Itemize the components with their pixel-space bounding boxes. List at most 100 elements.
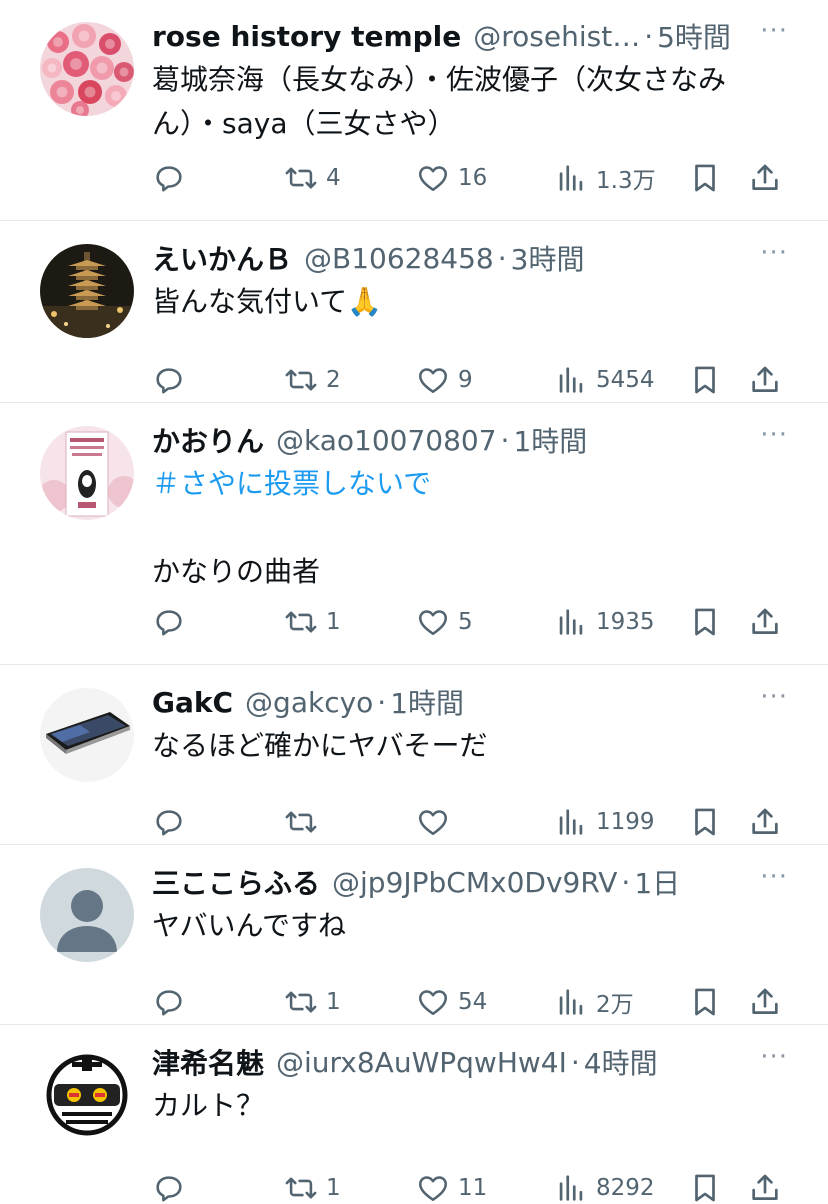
reply-button[interactable] bbox=[152, 1168, 194, 1204]
reply-post[interactable]: GakC @gakcyo · 1時間 ··· なるほど確かにヤバそーだ 1199 bbox=[0, 666, 828, 845]
bookmark-button[interactable] bbox=[688, 982, 722, 1022]
share-button[interactable] bbox=[748, 602, 782, 642]
post-content: かおりん @kao10070807 · 1時間 ··· ＃さやに投票しないで かなりの曲者 bbox=[152, 418, 788, 594]
views-button[interactable]: 1.3万 bbox=[554, 158, 656, 198]
reply-post[interactable]: 津希名魅 @iurx8AuWPqwHw4I · 4時間 ··· カルト？ 1 11 8292 bbox=[0, 1026, 828, 1204]
post-actions: 1 11 8292 bbox=[152, 1168, 788, 1204]
views-icon bbox=[554, 605, 588, 639]
heart-icon bbox=[416, 1171, 450, 1204]
repost-count: 1 bbox=[326, 1175, 341, 1201]
bookmark-button[interactable] bbox=[688, 360, 722, 400]
post-time[interactable]: 1時間 bbox=[513, 420, 587, 460]
post-body: かなりの曲者 bbox=[152, 555, 321, 588]
post-actions: 1199 bbox=[152, 802, 788, 842]
user-handle[interactable]: @jp9JPbCMx0Dv9RV bbox=[332, 866, 617, 899]
share-button[interactable] bbox=[748, 802, 782, 842]
post-time[interactable]: 4時間 bbox=[584, 1042, 658, 1082]
repost-count: 1 bbox=[326, 989, 341, 1015]
reply-button[interactable] bbox=[152, 982, 194, 1022]
repost-button[interactable]: 1 bbox=[284, 982, 341, 1022]
display-name[interactable]: GakC bbox=[152, 686, 233, 719]
more-options-icon[interactable]: ··· bbox=[760, 682, 788, 712]
avatar[interactable] bbox=[40, 426, 134, 520]
bookmark-button[interactable] bbox=[688, 602, 722, 642]
share-button[interactable] bbox=[748, 982, 782, 1022]
avatar[interactable] bbox=[40, 868, 134, 962]
repost-count: 2 bbox=[326, 367, 341, 393]
views-button[interactable]: 1199 bbox=[554, 802, 655, 842]
views-button[interactable]: 1935 bbox=[554, 602, 655, 642]
user-handle[interactable]: @rosehist… bbox=[473, 20, 640, 53]
views-button[interactable]: 8292 bbox=[554, 1168, 655, 1204]
reply-icon bbox=[152, 605, 186, 639]
reply-button[interactable] bbox=[152, 158, 194, 198]
like-count: 16 bbox=[458, 165, 488, 191]
repost-button[interactable] bbox=[284, 802, 326, 842]
bookmark-button[interactable] bbox=[688, 802, 722, 842]
avatar[interactable] bbox=[40, 22, 134, 116]
like-button[interactable]: 5 bbox=[416, 602, 473, 642]
separator-dot: · bbox=[497, 241, 507, 275]
post-text: 葛城奈海（長女なみ）・佐波優子（次女さなみん）・saya（三女さや） bbox=[152, 58, 788, 146]
display-name[interactable]: かおりん bbox=[152, 420, 264, 460]
like-button[interactable]: 11 bbox=[416, 1168, 487, 1204]
display-name[interactable]: 津希名魅 bbox=[152, 1042, 264, 1082]
like-count: 5 bbox=[458, 609, 473, 635]
avatar[interactable] bbox=[40, 688, 134, 782]
user-handle[interactable]: @iurx8AuWPqwHw4I bbox=[276, 1046, 567, 1079]
share-button[interactable] bbox=[748, 360, 782, 400]
reply-post[interactable]: rose history temple @rosehist… · 5時間 ··· 葛城奈海… bbox=[0, 0, 828, 221]
repost-button[interactable]: 1 bbox=[284, 602, 341, 642]
like-button[interactable]: 9 bbox=[416, 360, 473, 400]
more-options-icon[interactable]: ··· bbox=[760, 420, 788, 450]
reply-post[interactable]: 三ここらふる @jp9JPbCMx0Dv9RV · 1日 ··· ヤバいんですね 1 54 2万 bbox=[0, 846, 828, 1025]
reply-post[interactable]: かおりん @kao10070807 · 1時間 ··· ＃さやに投票しないで かなりの曲者… bbox=[0, 404, 828, 665]
display-name[interactable]: えいかんＢ bbox=[152, 238, 292, 278]
like-button[interactable] bbox=[416, 802, 458, 842]
post-text: なるほど確かにヤバそーだ bbox=[152, 724, 788, 768]
post-content: 三ここらふる @jp9JPbCMx0Dv9RV · 1日 ··· ヤバいんですね bbox=[152, 860, 788, 948]
post-time[interactable]: 3時間 bbox=[511, 238, 585, 278]
post-time[interactable]: 1日 bbox=[634, 862, 680, 902]
share-icon bbox=[748, 805, 782, 839]
post-body: 皆んな気付いて🙏 bbox=[152, 285, 383, 318]
post-actions: 2 9 5454 bbox=[152, 360, 788, 400]
repost-button[interactable]: 2 bbox=[284, 360, 341, 400]
avatar[interactable] bbox=[40, 1048, 134, 1142]
share-button[interactable] bbox=[748, 1168, 782, 1204]
repost-button[interactable]: 4 bbox=[284, 158, 341, 198]
heart-icon bbox=[416, 363, 450, 397]
avatar[interactable] bbox=[40, 244, 134, 338]
views-button[interactable]: 2万 bbox=[554, 982, 634, 1022]
post-header: かおりん @kao10070807 · 1時間 bbox=[152, 418, 788, 462]
repost-button[interactable]: 1 bbox=[284, 1168, 341, 1204]
post-time[interactable]: 1時間 bbox=[390, 682, 464, 722]
like-button[interactable]: 54 bbox=[416, 982, 487, 1022]
more-options-icon[interactable]: ··· bbox=[760, 238, 788, 268]
user-handle[interactable]: @gakcyo bbox=[245, 686, 373, 719]
views-count: 2万 bbox=[596, 992, 634, 1018]
display-name[interactable]: 三ここらふる bbox=[152, 862, 320, 902]
views-count: 1199 bbox=[596, 809, 655, 835]
bookmark-icon bbox=[688, 1171, 722, 1204]
user-handle[interactable]: @B10628458 bbox=[304, 242, 494, 275]
more-options-icon[interactable]: ··· bbox=[760, 862, 788, 892]
share-button[interactable] bbox=[748, 158, 782, 198]
reply-post[interactable]: えいかんＢ @B10628458 · 3時間 ··· 皆んな気付いて🙏 2 9 5454 bbox=[0, 222, 828, 403]
display-name[interactable]: rose history temple bbox=[152, 20, 461, 53]
more-options-icon[interactable]: ··· bbox=[760, 16, 788, 46]
post-header: rose history temple @rosehist… · 5時間 bbox=[152, 14, 788, 58]
bookmark-button[interactable] bbox=[688, 1168, 722, 1204]
reply-button[interactable] bbox=[152, 802, 194, 842]
reply-icon bbox=[152, 161, 186, 195]
views-button[interactable]: 5454 bbox=[554, 360, 655, 400]
post-time[interactable]: 5時間 bbox=[657, 16, 731, 56]
bookmark-button[interactable] bbox=[688, 158, 722, 198]
views-count: 1935 bbox=[596, 609, 655, 635]
reply-button[interactable] bbox=[152, 602, 194, 642]
user-handle[interactable]: @kao10070807 bbox=[276, 424, 497, 457]
reply-button[interactable] bbox=[152, 360, 194, 400]
like-button[interactable]: 16 bbox=[416, 158, 487, 198]
more-options-icon[interactable]: ··· bbox=[760, 1042, 788, 1072]
hashtag-link[interactable]: ＃さやに投票しないで bbox=[152, 462, 788, 506]
